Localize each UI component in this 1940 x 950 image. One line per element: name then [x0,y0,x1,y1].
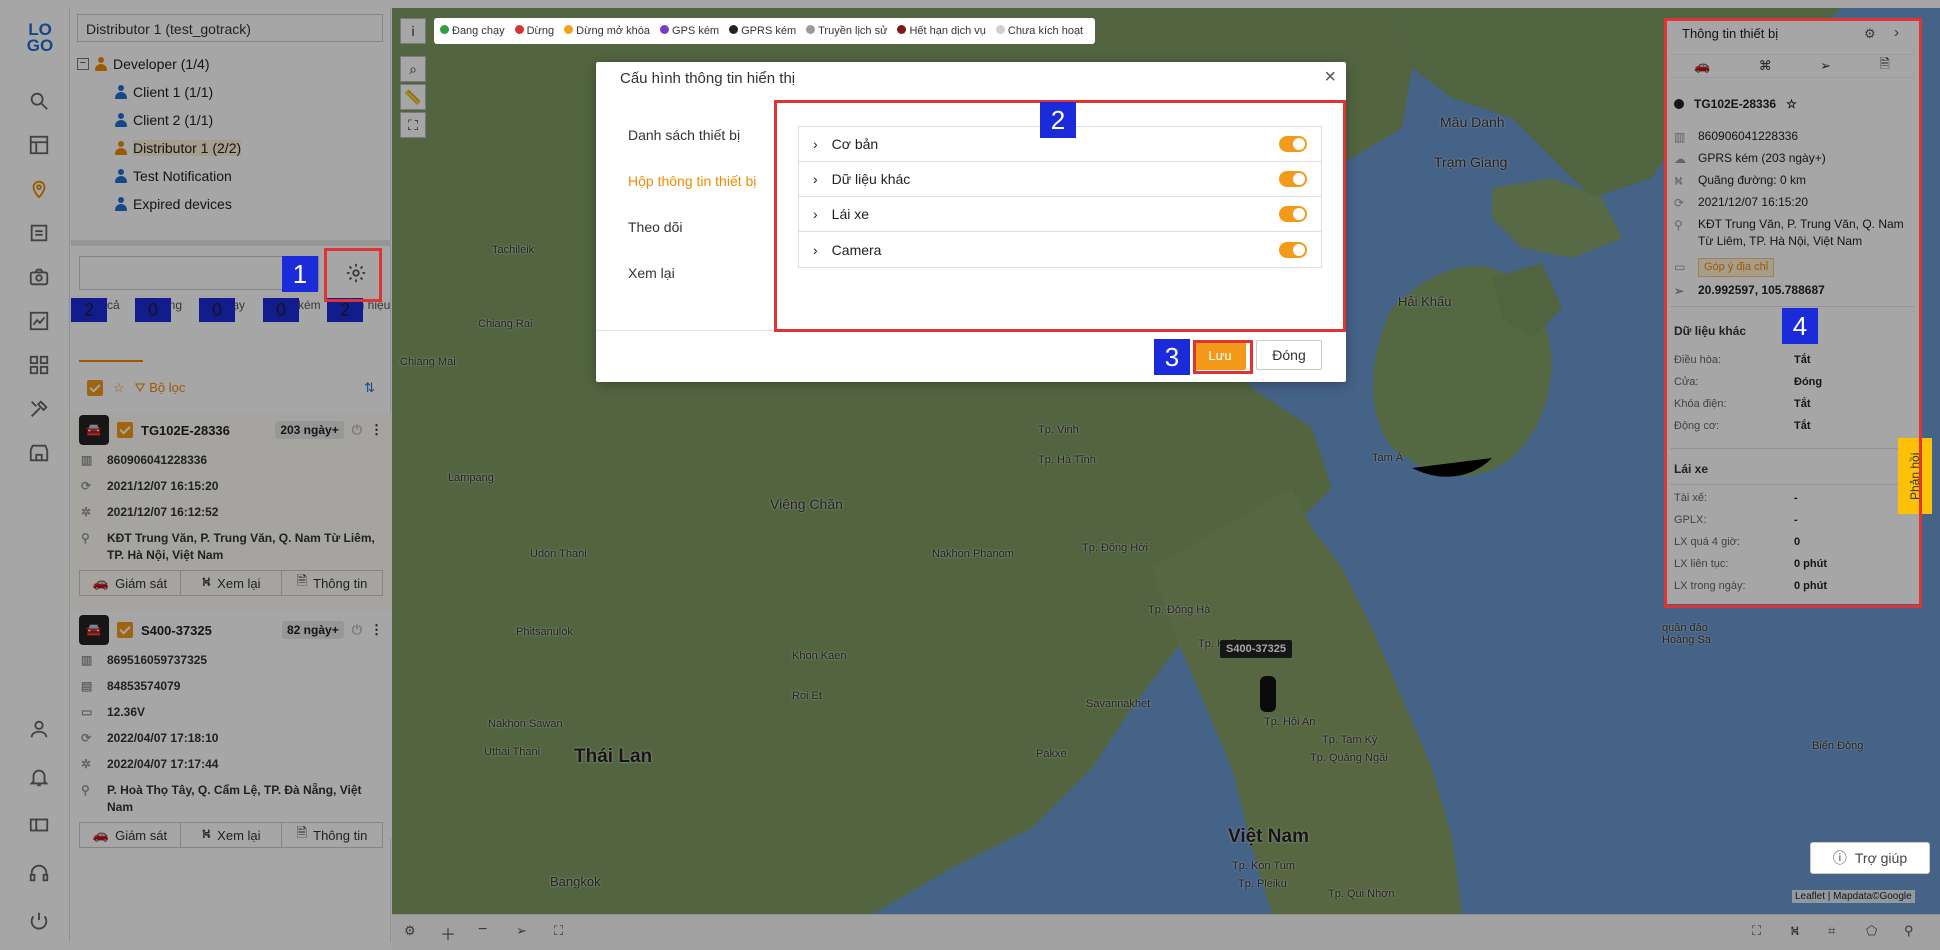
status-legend: Đang chạy Dừng Dừng mở khóa GPS kém GPRS kém… [434,18,1096,44]
callout-box-3 [1193,340,1253,374]
modal-title: Cấu hình thông tin hiển thị [620,70,796,87]
status-dot-icon [660,25,670,34]
legend-item: Dừng mở khóa [564,25,650,37]
help-icon: ⓘ [1832,850,1847,866]
status-dot-icon [564,25,574,34]
close-button[interactable]: Đóng [1256,340,1322,370]
legend-item: Chưa kích hoạt [995,25,1083,37]
status-dot-icon [806,25,816,34]
legend-item: GPRS kém [729,25,796,37]
status-dot-icon [440,25,449,34]
tab-tracking[interactable]: Theo dõi [596,204,776,250]
callout-box-1 [324,248,382,302]
status-dot-icon [514,25,524,34]
callout-number-4: 4 [1782,308,1818,344]
legend-item: Truyền lịch sử [806,25,887,37]
modal-tabs: Danh sách thiết bị Hộp thông tin thiết b… [596,112,776,296]
callout-number-3: 3 [1154,339,1190,375]
legend-item: Đang chạy [440,25,505,37]
status-dot-icon [729,25,739,34]
callout-number-2: 2 [1040,102,1076,138]
tab-device-info-box[interactable]: Hộp thông tin thiết bị [596,158,776,204]
tab-replay[interactable]: Xem lại [596,250,776,296]
close-icon[interactable]: × [1324,66,1336,89]
legend-item: GPS kém [660,25,719,37]
status-dot-icon [995,25,1005,34]
legend-item: Hết hạn dịch vụ [897,25,986,37]
callout-number-1: 1 [282,256,318,292]
help-button[interactable]: ⓘ Trợ giúp [1810,842,1930,874]
status-dot-icon [897,25,907,34]
legend-item: Dừng [514,25,554,37]
tab-device-list[interactable]: Danh sách thiết bị [596,112,776,158]
